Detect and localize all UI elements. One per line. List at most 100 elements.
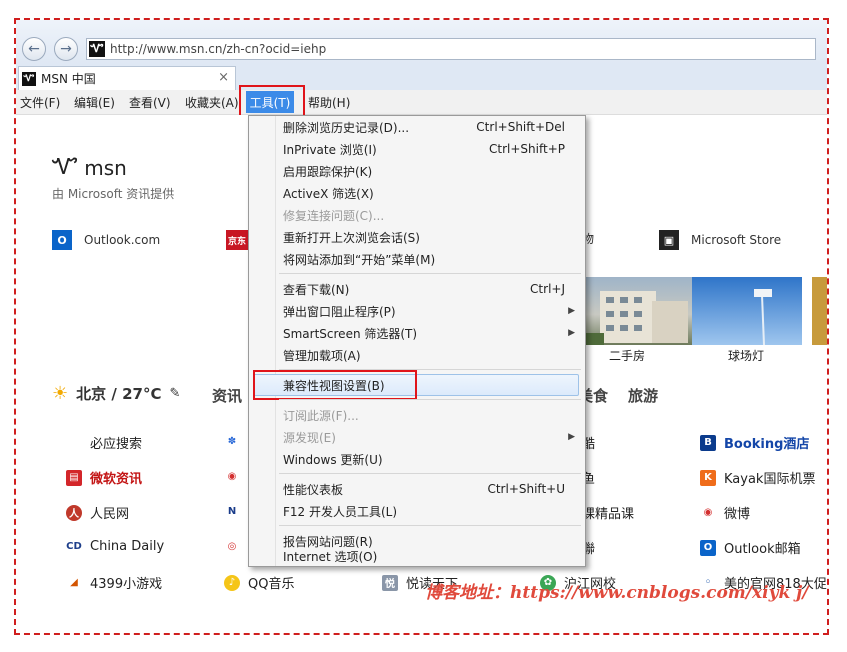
thumb-label: 球场灯 (728, 349, 765, 363)
swirl-icon: ◎ (224, 538, 240, 554)
link-people[interactable]: 人人民网 (66, 503, 129, 522)
menu-item-smartscreen[interactable]: SmartScreen 筛选器(T) ▶ (249, 322, 585, 344)
weibo-icon: ◉ (700, 504, 716, 521)
quick-link-label: Outlook.com (84, 233, 161, 247)
menu-item-subscribe-feed: 订阅此源(F)... (249, 404, 585, 426)
menu-item-f12-tools[interactable]: F12 开发人员工具(L) (249, 500, 585, 522)
tab-strip: Ꮙ MSN 中国 × (16, 64, 827, 91)
menu-item-windows-update[interactable]: Windows 更新(U) (249, 448, 585, 470)
quick-link-jd[interactable]: 京东 (226, 230, 248, 250)
highlight-compat-box (253, 370, 417, 400)
menu-separator (279, 399, 581, 400)
menu-item-internet-options[interactable]: Internet 选项(O) (249, 550, 585, 566)
link-label: Kayak国际机票 (724, 472, 816, 487)
menu-item-label: 报告网站问题(R) (283, 534, 373, 549)
quick-link-label: Microsoft Store (691, 233, 782, 247)
menu-item-label: F12 开发人员工具(L) (283, 504, 398, 519)
link-col4-3[interactable]: 课精品课 (582, 503, 634, 522)
close-tab-icon[interactable]: × (218, 70, 229, 85)
menu-item-perf-dashboard[interactable]: 性能仪表板 Ctrl+Shift+U (249, 478, 585, 500)
link-swirl[interactable]: ◎ (224, 538, 248, 554)
outlook-icon: O (52, 230, 72, 250)
menu-item-tracking-protection[interactable]: 启用跟踪保护(K) (249, 160, 585, 182)
butterfly-icon: Ꮙ (52, 155, 79, 180)
thumb-label: 二手房 (609, 349, 646, 363)
menu-edit[interactable]: 编辑(E) (74, 94, 115, 111)
submenu-arrow-icon: ▶ (568, 432, 575, 442)
people-icon: 人 (66, 504, 82, 521)
link-weibo[interactable]: ◉ 微博 (700, 503, 750, 522)
menu-item-label: 重新打开上次浏览会话(S) (283, 230, 420, 245)
menu-item-activex[interactable]: ActiveX 筛选(X) (249, 182, 585, 204)
menu-item-label: 查看下载(N) (283, 282, 350, 297)
paw-icon: ✽ (224, 433, 240, 449)
forward-button[interactable]: → (54, 37, 78, 61)
menu-item-add-to-start[interactable]: 将网站添加到“开始”菜单(M) (249, 248, 585, 270)
link-label: 课精品课 (582, 507, 635, 522)
msn-logo[interactable]: Ꮙ msn (52, 155, 127, 180)
menu-file[interactable]: 文件(F) (20, 94, 60, 111)
link-kayak[interactable]: K Kayak国际机票 (700, 468, 815, 487)
menu-item-view-downloads[interactable]: 查看下载(N) Ctrl+J (249, 278, 585, 300)
menu-item-label: 将网站添加到“开始”菜单(M) (283, 252, 436, 267)
menu-item-popup-blocker[interactable]: 弹出窗口阻止程序(P) ▶ (249, 300, 585, 322)
quick-link-store[interactable]: ▣ Microsoft Store (659, 230, 781, 250)
back-button[interactable]: ← (22, 37, 46, 61)
edit-pencil-icon[interactable]: ✎ (169, 386, 180, 401)
menu-item-fix-connection: 修复连接问题(C)... (249, 204, 585, 226)
menu-bar: 文件(F) 编辑(E) 查看(V) 收藏夹(A) 工具(T) 帮助(H) (16, 85, 827, 117)
menu-help[interactable]: 帮助(H) (308, 94, 350, 111)
menu-item-label: 订阅此源(F)... (283, 408, 359, 423)
menu-favorites[interactable]: 收藏夹(A) (185, 94, 239, 111)
thumb-partial[interactable] (812, 277, 827, 345)
link-booking[interactable]: B Booking酒店 (700, 433, 809, 452)
menu-item-manage-addons[interactable]: 管理加载项(A) (249, 344, 585, 366)
link-bing[interactable]: 必应搜索 (90, 433, 142, 452)
url-field[interactable]: Ꮙ http://www.msn.cn/zh-cn?ocid=iehp (86, 38, 816, 60)
yuedu-icon: 悦 (382, 574, 398, 591)
link-weibo-a[interactable]: ◉ (224, 468, 248, 484)
link-qqmusic[interactable]: ♪ QQ音乐 (224, 573, 294, 592)
blog-watermark: 博客地址：https://www.cnblogs.com/xiyk j/ (425, 583, 809, 603)
outlook-icon: O (700, 539, 716, 556)
link-4399[interactable]: ◢ 4399小游戏 (66, 573, 162, 592)
quick-link-outlook[interactable]: O Outlook.com (52, 230, 160, 250)
menu-item-label: 弹出窗口阻止程序(P) (283, 304, 396, 319)
thumb-stadium-light[interactable] (692, 277, 802, 346)
weather-text: 北京 / 27°C (76, 385, 162, 403)
weather-widget[interactable]: ☀ 北京 / 27°C ✎ (52, 383, 180, 404)
forward-arrow-icon: → (60, 41, 72, 57)
menu-item-shortcut: Ctrl+Shift+U (487, 482, 565, 496)
link-chinadaily[interactable]: CD China Daily (66, 538, 164, 554)
menu-item-shortcut: Ctrl+J (530, 282, 565, 296)
chinadaily-icon: CD (66, 538, 82, 554)
link-label: Booking酒店 (724, 437, 810, 452)
link-msn-news[interactable]: ▤ 微软资讯 (66, 468, 142, 487)
menu-item-label: Windows 更新(U) (283, 452, 383, 467)
msn-favicon-icon: Ꮙ (89, 41, 105, 57)
jd-icon: 京东 (226, 230, 248, 250)
menu-item-delete-history[interactable]: 删除浏览历史记录(D)... Ctrl+Shift+Del (249, 116, 585, 138)
microsoft-store-icon: ▣ (659, 230, 679, 250)
menu-item-reopen-session[interactable]: 重新打开上次浏览会话(S) (249, 226, 585, 248)
submenu-arrow-icon: ▶ (568, 306, 575, 316)
link-label: QQ音乐 (248, 577, 295, 592)
tab-title: MSN 中国 (41, 72, 96, 86)
link-label: 4399小游戏 (90, 577, 163, 592)
nav-travel[interactable]: 旅游 (628, 385, 658, 406)
thumb-second-hand-house[interactable] (582, 277, 692, 345)
menu-item-label: 源发现(E) (283, 430, 336, 445)
link-label: Outlook邮箱 (724, 542, 801, 557)
menu-item-inprivate[interactable]: InPrivate 浏览(I) Ctrl+Shift+P (249, 138, 585, 160)
menu-view[interactable]: 查看(V) (129, 94, 171, 111)
menu-item-label: 修复连接问题(C)... (283, 208, 385, 223)
link-outlook-mail[interactable]: O Outlook邮箱 (700, 538, 801, 557)
link-news-n[interactable]: N (224, 503, 248, 519)
link-baidu[interactable]: ✽ (224, 433, 248, 449)
kayak-icon: K (700, 469, 716, 486)
nav-news[interactable]: 资讯 (212, 385, 242, 406)
tab-msn[interactable]: Ꮙ MSN 中国 × (18, 66, 236, 90)
browser-window: ← → Ꮙ http://www.msn.cn/zh-cn?ocid=iehp … (14, 18, 829, 635)
link-label: 人民网 (90, 507, 130, 522)
weibo-icon: ◉ (224, 468, 240, 484)
